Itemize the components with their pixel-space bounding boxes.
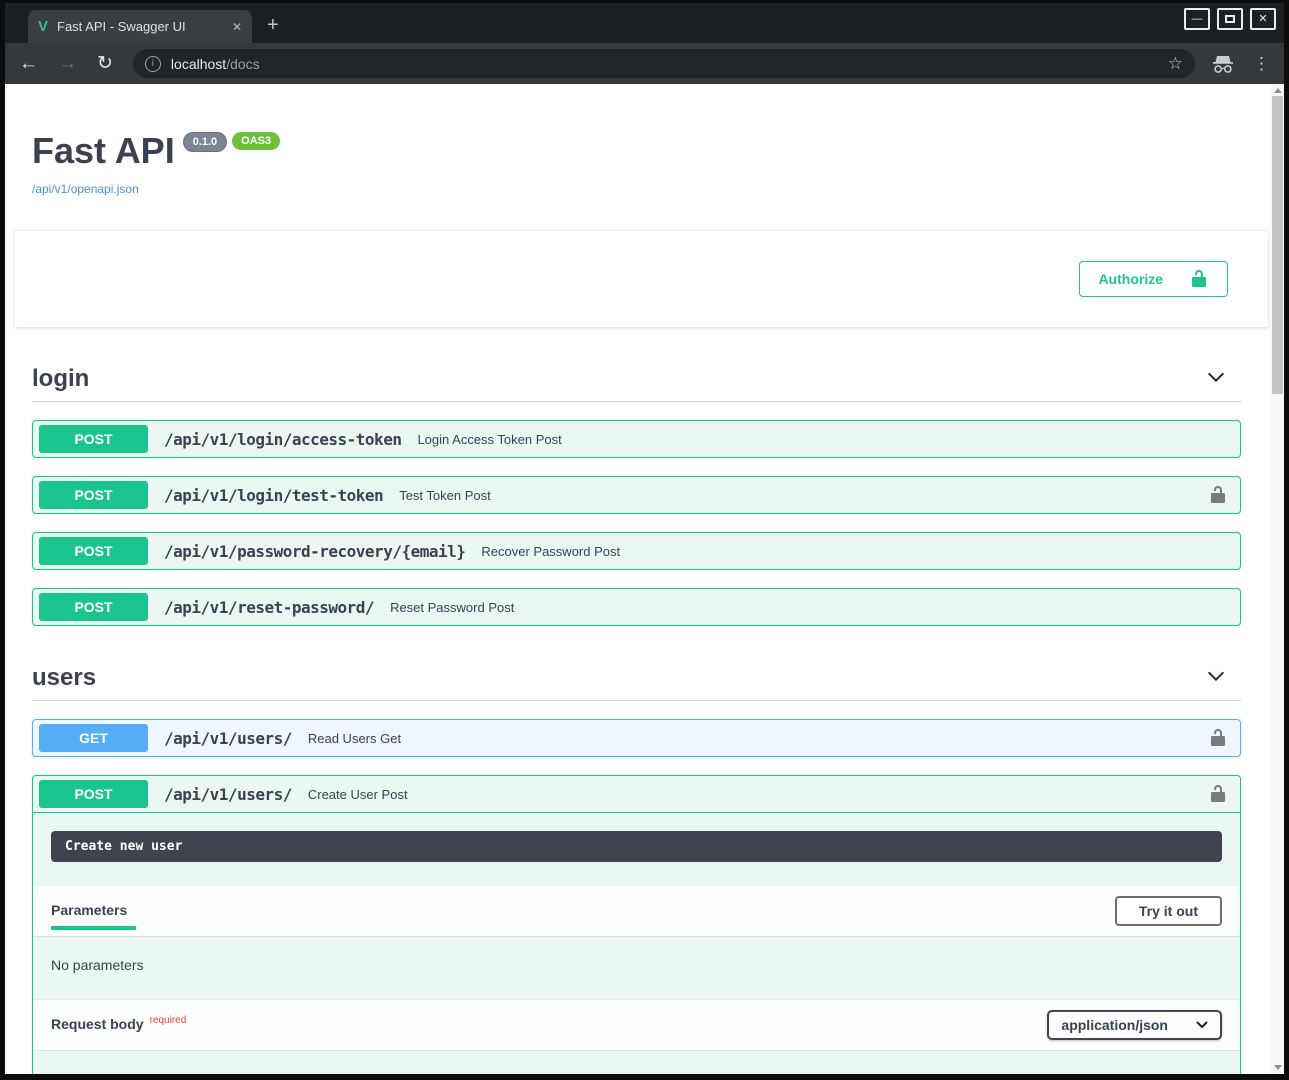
tag-header-login[interactable]: login — [32, 357, 1241, 402]
endpoint-summary: Recover Password Post — [481, 544, 620, 559]
endpoint-summary: Test Token Post — [399, 488, 491, 503]
endpoint-row-expanded: POST /api/v1/users/ Create User Post Cre… — [32, 775, 1241, 1074]
browser-toolbar: ← → ↻ i localhost/docs ☆ ⋮ — [5, 43, 1284, 84]
openapi-spec-link[interactable]: /api/v1/openapi.json — [32, 182, 1241, 196]
endpoint-path: /api/v1/password-recovery/{email} — [164, 542, 465, 561]
auth-lock-button[interactable] — [1208, 485, 1228, 505]
tag-section-login: login POST /api/v1/login/access-token Lo… — [32, 357, 1241, 626]
chevron-down-icon[interactable] — [1205, 366, 1227, 393]
new-tab-button[interactable]: + — [267, 14, 279, 37]
version-badge: 0.1.0 — [183, 132, 227, 152]
method-badge: POST — [39, 780, 148, 808]
tag-name: users — [32, 664, 96, 692]
oas3-badge: OAS3 — [232, 132, 280, 150]
no-parameters-text: No parameters — [33, 937, 1240, 999]
unlock-icon — [1189, 269, 1209, 289]
endpoint-row[interactable]: POST /api/v1/login/access-token Login Ac… — [32, 420, 1241, 458]
parameters-header: Parameters Try it out — [33, 886, 1240, 937]
try-it-out-button[interactable]: Try it out — [1115, 896, 1222, 926]
chevron-down-icon — [1196, 1021, 1208, 1029]
method-badge: POST — [39, 537, 148, 565]
authorize-label: Authorize — [1098, 271, 1163, 287]
endpoint-path: /api/v1/login/test-token — [164, 486, 383, 505]
incognito-icon — [1211, 54, 1235, 74]
unlock-icon — [1208, 728, 1228, 748]
url-path: /docs — [226, 56, 259, 72]
browser-titlebar: V Fast API - Swagger UI ✕ + — ✕ — [5, 3, 1284, 43]
request-body-label: Request body — [51, 1016, 144, 1032]
request-body-header: Request body required application/json — [33, 999, 1240, 1051]
endpoint-path: /api/v1/users/ — [164, 729, 292, 748]
endpoint-summary-row[interactable]: POST /api/v1/users/ Create User Post — [33, 776, 1240, 812]
swagger-page: Fast API 0.1.0OAS3 /api/v1/openapi.json … — [5, 84, 1271, 1074]
tab-title: Fast API - Swagger UI — [57, 19, 226, 34]
auth-lock-button[interactable] — [1208, 784, 1228, 804]
scroll-up-icon[interactable] — [1274, 88, 1282, 93]
favicon-icon: V — [38, 18, 48, 35]
endpoint-summary: Login Access Token Post — [417, 432, 561, 447]
tag-name: login — [32, 365, 89, 393]
operation-description: Create new user — [51, 831, 1222, 862]
endpoint-row[interactable]: POST /api/v1/login/test-token Test Token… — [32, 476, 1241, 514]
unlock-icon — [1208, 485, 1228, 505]
endpoint-row[interactable]: GET /api/v1/users/ Read Users Get — [32, 719, 1241, 757]
scrollbar-thumb[interactable] — [1272, 96, 1283, 394]
browser-menu-icon[interactable]: ⋮ — [1253, 54, 1270, 74]
browser-window: V Fast API - Swagger UI ✕ + — ✕ ← → ↻ i … — [0, 0, 1289, 1080]
maximize-button[interactable] — [1217, 8, 1243, 30]
url-bar[interactable]: i localhost/docs ☆ — [133, 49, 1195, 78]
endpoint-path: /api/v1/login/access-token — [164, 430, 401, 449]
authorize-button[interactable]: Authorize — [1079, 261, 1228, 297]
media-type-value: application/json — [1061, 1017, 1168, 1033]
unlock-icon — [1208, 784, 1228, 804]
close-button[interactable]: ✕ — [1250, 8, 1276, 30]
url-host: localhost — [171, 56, 226, 72]
site-info-icon[interactable]: i — [145, 56, 161, 72]
forward-button[interactable]: → — [58, 53, 77, 75]
endpoint-path: /api/v1/reset-password/ — [164, 598, 374, 617]
browser-tab[interactable]: V Fast API - Swagger UI ✕ — [28, 10, 252, 43]
page-viewport: Fast API 0.1.0OAS3 /api/v1/openapi.json … — [5, 84, 1284, 1074]
minimize-button[interactable]: — — [1184, 8, 1210, 30]
endpoint-path: /api/v1/users/ — [164, 785, 292, 804]
endpoint-body: Create new user Parameters Try it out No… — [33, 812, 1240, 1074]
tab-parameters: Parameters — [51, 902, 127, 930]
tab-close-icon[interactable]: ✕ — [232, 20, 242, 34]
required-flag: required — [150, 1015, 187, 1026]
back-button[interactable]: ← — [19, 53, 38, 75]
maximize-icon — [1225, 15, 1235, 23]
endpoint-summary: Reset Password Post — [390, 600, 514, 615]
method-badge: POST — [39, 593, 148, 621]
endpoint-summary: Create User Post — [308, 787, 408, 802]
endpoint-row[interactable]: POST /api/v1/reset-password/ Reset Passw… — [32, 588, 1241, 626]
method-badge: GET — [39, 724, 148, 752]
scroll-down-icon[interactable] — [1274, 1065, 1282, 1070]
method-badge: POST — [39, 425, 148, 453]
chevron-down-icon[interactable] — [1205, 665, 1227, 692]
model-example-tabs: Example Value Schema — [33, 1051, 1240, 1074]
auth-lock-button[interactable] — [1208, 728, 1228, 748]
tag-header-users[interactable]: users — [32, 656, 1241, 701]
page-title: Fast API — [32, 130, 175, 172]
vertical-scrollbar[interactable] — [1271, 84, 1284, 1074]
method-badge: POST — [39, 481, 148, 509]
endpoint-summary: Read Users Get — [308, 731, 401, 746]
bookmark-star-icon[interactable]: ☆ — [1168, 54, 1183, 74]
scheme-container: Authorize — [15, 230, 1268, 327]
tag-section-users: users GET /api/v1/users/ Read Users Get — [32, 656, 1241, 1074]
api-info: Fast API 0.1.0 OAS3 /api/v1/openapi.json — [32, 84, 1241, 196]
reload-button[interactable]: ↻ — [97, 52, 113, 75]
endpoint-row[interactable]: POST /api/v1/password-recovery/{email} R… — [32, 532, 1241, 570]
media-type-select[interactable]: application/json — [1047, 1010, 1222, 1040]
